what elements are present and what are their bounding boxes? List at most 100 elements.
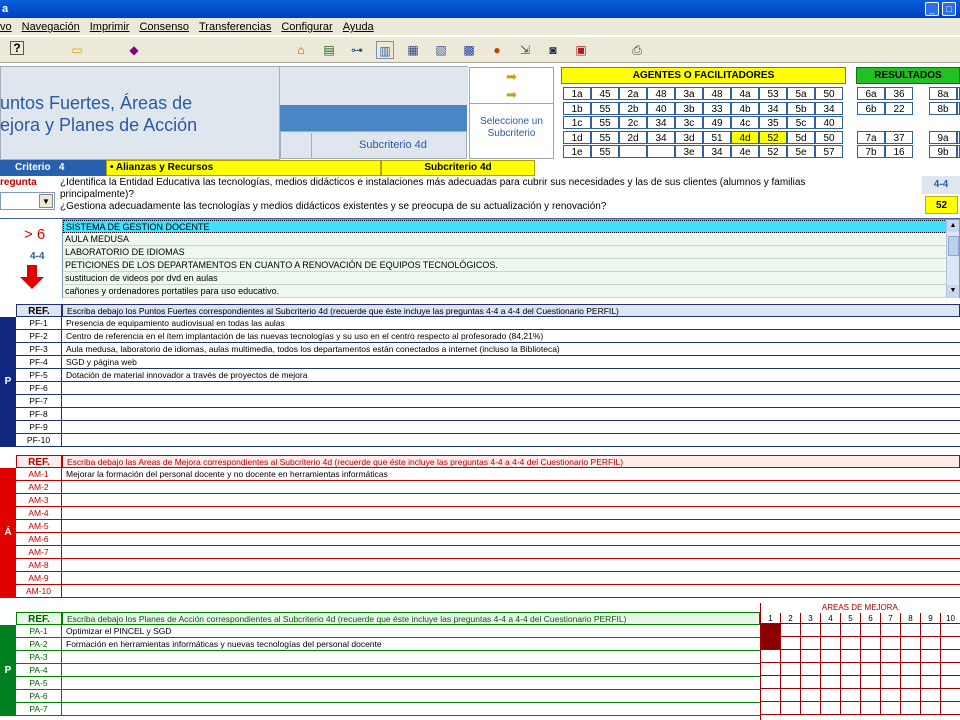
chart-icon[interactable]: ▥ (376, 41, 394, 59)
area-cell[interactable] (821, 702, 841, 715)
area-cell[interactable] (761, 689, 781, 702)
area-cell[interactable] (801, 676, 821, 689)
agentes-cell[interactable]: 3c (675, 116, 703, 129)
row-text[interactable] (64, 585, 958, 598)
area-cell[interactable] (781, 689, 801, 702)
resultados-cell[interactable]: 8b (929, 101, 957, 115)
menu-item[interactable]: Consenso (134, 18, 194, 36)
network-icon[interactable]: ⊶ (348, 41, 366, 59)
area-cell[interactable] (841, 663, 861, 676)
maximize-button[interactable]: □ (942, 2, 956, 16)
area-cell[interactable] (761, 702, 781, 715)
row-text[interactable] (64, 494, 958, 507)
agentes-cell[interactable]: 5e (787, 145, 815, 158)
row-text[interactable] (64, 421, 958, 434)
agentes-cell[interactable]: 33 (703, 101, 731, 115)
row-text[interactable]: Centro de referencia en el ítem implanta… (64, 330, 958, 343)
area-cell[interactable] (901, 650, 921, 663)
row-text[interactable]: Dotación de material innovador a través … (64, 369, 958, 382)
area-cell[interactable] (781, 637, 801, 650)
answers-list[interactable]: SISTEMA DE GESTION DOCENTE AULA MEDUSA LAB… (62, 219, 960, 298)
menu-item[interactable]: Transferencias (194, 18, 276, 36)
area-cell[interactable] (901, 637, 921, 650)
row-text[interactable] (64, 481, 958, 494)
area-cell[interactable] (941, 650, 960, 663)
area-cell[interactable] (881, 689, 901, 702)
list-item[interactable]: cañones y ordenadores portatiles para us… (63, 285, 959, 298)
agentes-cell[interactable]: 1b (563, 101, 591, 115)
resultados-cell[interactable]: 6b (857, 101, 885, 115)
area-cell[interactable] (921, 689, 941, 702)
agentes-cell[interactable]: 5a (787, 87, 815, 100)
area-cell[interactable] (861, 650, 881, 663)
area-cell[interactable] (921, 702, 941, 715)
resultados-cell[interactable]: 9a (929, 130, 957, 144)
row-text[interactable]: Optimizar el PINCEL y SGD (64, 625, 758, 638)
help-icon[interactable]: ? (10, 41, 24, 55)
row-text[interactable] (64, 520, 958, 533)
area-cell[interactable] (761, 624, 781, 637)
area-cell[interactable] (901, 702, 921, 715)
agentes-cell[interactable]: 51 (703, 130, 731, 144)
agentes-cell[interactable]: 45 (591, 87, 619, 100)
area-cell[interactable] (821, 689, 841, 702)
area-cell[interactable] (781, 650, 801, 663)
area-cell[interactable] (781, 663, 801, 676)
agentes-cell[interactable]: 48 (647, 87, 675, 100)
row-text[interactable] (64, 395, 958, 408)
area-cell[interactable] (901, 663, 921, 676)
agentes-cell[interactable]: 40 (647, 101, 675, 115)
row-text[interactable] (64, 664, 758, 677)
folder-icon[interactable]: ▭ (68, 41, 86, 59)
row-text[interactable] (64, 507, 958, 520)
agentes-cell[interactable]: 52 (759, 130, 787, 144)
area-cell[interactable] (881, 663, 901, 676)
agentes-cell[interactable]: 5b (787, 101, 815, 115)
agentes-cell[interactable]: 34 (703, 145, 731, 158)
area-cell[interactable] (801, 663, 821, 676)
home-icon[interactable]: ⌂ (292, 41, 310, 59)
area-cell[interactable] (841, 637, 861, 650)
agentes-cell[interactable]: 1a (563, 87, 591, 100)
area-cell[interactable] (781, 676, 801, 689)
area-cell[interactable] (841, 689, 861, 702)
area-cell[interactable] (761, 676, 781, 689)
pregunta-select[interactable]: ▼ (0, 192, 55, 210)
list-item[interactable]: PETICIONES DE LOS DEPARTAMENTOS EN CUANT… (63, 259, 959, 272)
menu-item[interactable]: vo (0, 18, 17, 36)
agentes-cell[interactable]: 3e (675, 145, 703, 158)
row-text[interactable]: Presencia de equipamiento audiovisual en… (64, 317, 958, 330)
cabinet-icon[interactable]: ▤ (320, 41, 338, 59)
agentes-cell[interactable]: 50 (815, 130, 843, 144)
agentes-cell[interactable]: 34 (647, 116, 675, 129)
row-text[interactable] (64, 434, 958, 447)
agentes-cell[interactable]: 1d (563, 130, 591, 144)
agentes-cell[interactable]: 34 (647, 130, 675, 144)
agentes-cell[interactable]: 55 (591, 116, 619, 129)
row-text[interactable]: Mejorar la formación del personal docent… (64, 468, 958, 481)
row-text[interactable] (64, 677, 758, 690)
area-cell[interactable] (941, 663, 960, 676)
row-text[interactable] (64, 546, 958, 559)
row-text[interactable] (64, 651, 758, 664)
row-text[interactable] (64, 533, 958, 546)
agentes-cell[interactable]: 55 (591, 145, 619, 158)
area-cell[interactable] (821, 676, 841, 689)
agentes-cell[interactable]: 34 (759, 101, 787, 115)
agentes-cell[interactable]: 5c (787, 116, 815, 129)
agentes-cell[interactable]: 3a (675, 87, 703, 100)
row-text[interactable] (64, 382, 958, 395)
resultados-cell[interactable]: 37 (885, 130, 913, 144)
agentes-cell[interactable]: 2b (619, 101, 647, 115)
area-cell[interactable] (761, 663, 781, 676)
agentes-cell[interactable]: 50 (815, 87, 843, 100)
agentes-cell[interactable]: 52 (759, 145, 787, 158)
area-cell[interactable] (821, 637, 841, 650)
list-item[interactable]: AULA MEDUSA (63, 233, 959, 246)
menu-item[interactable]: Navegación (17, 18, 85, 36)
area-cell[interactable] (901, 689, 921, 702)
area-cell[interactable] (821, 663, 841, 676)
list-scrollbar[interactable]: ▲ ▼ (946, 220, 959, 297)
area-cell[interactable] (941, 624, 960, 637)
agentes-cell[interactable]: 2c (619, 116, 647, 129)
